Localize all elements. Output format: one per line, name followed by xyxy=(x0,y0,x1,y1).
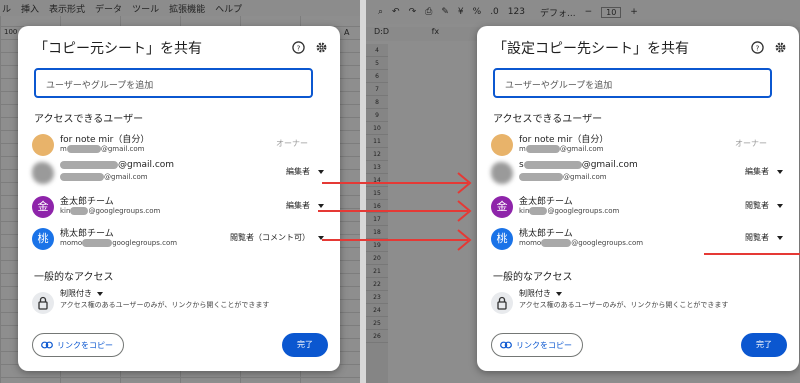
arrow-annotation xyxy=(322,172,472,194)
arrow-annotation xyxy=(322,229,472,251)
annotation-overlay xyxy=(318,172,800,255)
arrow-annotation xyxy=(318,200,472,222)
